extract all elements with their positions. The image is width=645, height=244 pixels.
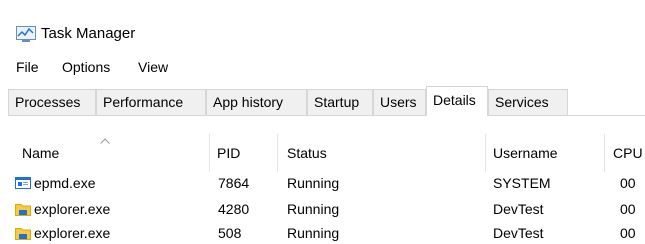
table-row[interactable]: explorer.exe 4280 Running DevTest 00 [8, 198, 645, 220]
table-row[interactable]: explorer.exe 508 Running DevTest 00 [8, 222, 645, 244]
tab-strip: Processes Performance App history Startu… [8, 86, 645, 116]
table-row[interactable]: epmd.exe 7864 Running SYSTEM 00 [8, 172, 645, 194]
folder-icon [15, 201, 31, 217]
menu-bar: File Options View [0, 56, 645, 80]
menu-options[interactable]: Options [62, 56, 110, 78]
column-header-name[interactable]: Name [22, 143, 59, 163]
tab-strip-divider [8, 115, 645, 116]
table-header: Name PID Status Username CPU [8, 128, 645, 172]
process-pid: 7864 [218, 175, 250, 191]
column-header-status[interactable]: Status [287, 143, 327, 163]
column-divider[interactable] [209, 134, 210, 172]
tab-startup[interactable]: Startup [307, 89, 373, 115]
process-name: explorer.exe [34, 201, 111, 217]
process-pid: 4280 [218, 201, 250, 217]
column-header-cpu[interactable]: CPU [613, 143, 643, 163]
process-pid: 508 [218, 225, 242, 241]
title-bar[interactable]: Task Manager [0, 0, 645, 52]
process-status: Running [287, 225, 340, 241]
process-name: explorer.exe [34, 225, 111, 241]
window-title: Task Manager [41, 25, 136, 42]
tab-app-history[interactable]: App history [206, 89, 307, 115]
application-window-icon [15, 175, 31, 191]
process-name: epmd.exe [34, 175, 96, 191]
process-cpu: 00 [620, 175, 636, 191]
menu-file[interactable]: File [16, 56, 39, 78]
tab-services[interactable]: Services [488, 89, 568, 115]
column-divider[interactable] [277, 134, 278, 172]
folder-icon [15, 225, 31, 241]
process-cpu: 00 [620, 201, 636, 217]
column-header-pid[interactable]: PID [217, 143, 240, 163]
process-cpu: 00 [620, 225, 636, 241]
details-table: Name PID Status Username CPU epmd.exe 78… [8, 128, 645, 244]
process-username: SYSTEM [493, 175, 551, 191]
process-username: DevTest [493, 225, 544, 241]
column-divider[interactable] [604, 134, 605, 172]
tab-processes[interactable]: Processes [8, 89, 96, 115]
sort-ascending-icon [100, 131, 110, 144]
tab-details[interactable]: Details [426, 86, 488, 116]
process-status: Running [287, 201, 340, 217]
column-divider[interactable] [485, 134, 486, 172]
process-status: Running [287, 175, 340, 191]
process-username: DevTest [493, 201, 544, 217]
task-manager-window: Task Manager File Options View Processes… [0, 0, 645, 244]
column-header-username[interactable]: Username [493, 143, 558, 163]
tab-users[interactable]: Users [373, 89, 426, 115]
tab-performance[interactable]: Performance [96, 89, 206, 115]
menu-view[interactable]: View [138, 56, 168, 78]
task-manager-icon [16, 26, 36, 43]
